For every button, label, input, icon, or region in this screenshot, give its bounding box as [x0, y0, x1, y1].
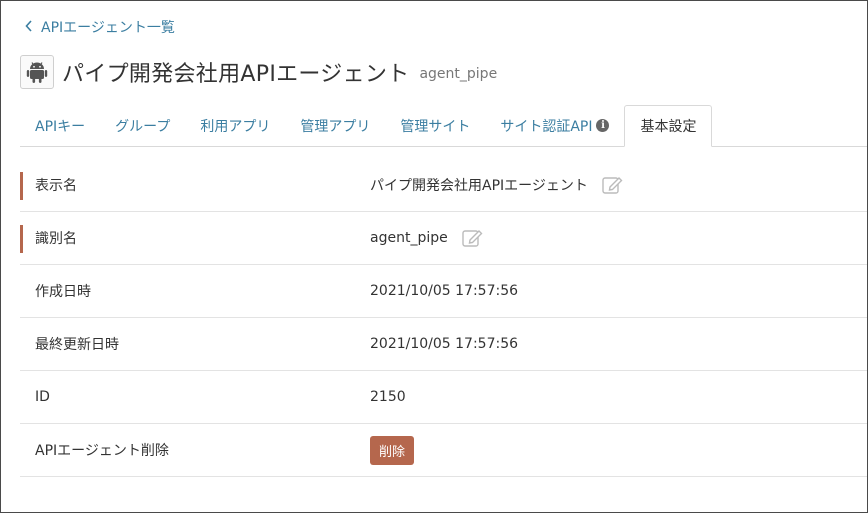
info-icon: i [596, 119, 610, 132]
tab-label: 基本設定 [640, 119, 697, 135]
tab-managed-sites[interactable]: 管理サイト [385, 105, 485, 146]
display-name-value: パイプ開発会社用APIエージェント [370, 178, 588, 194]
tab-label: グループ [115, 118, 171, 135]
back-link-label: APIエージェント一覧 [41, 20, 175, 36]
android-icon [20, 55, 54, 89]
tab-label: 管理サイト [400, 118, 471, 135]
updated-at-value: 2021/10/05 17:57:56 [370, 336, 519, 352]
edit-icon[interactable] [462, 228, 484, 248]
tab-basic-settings[interactable]: 基本設定 [624, 105, 713, 147]
setting-row-identifier: 識別名 agent_pipe [20, 212, 867, 265]
id-value: 2150 [370, 389, 406, 405]
setting-label: APIエージェント削除 [35, 443, 169, 459]
tab-site-auth-api[interactable]: サイト認証API i [485, 105, 624, 146]
chevron-left-icon [25, 19, 33, 35]
identifier-value: agent_pipe [370, 230, 448, 246]
setting-label: 識別名 [35, 231, 77, 247]
setting-row-id: ID 2150 [20, 371, 867, 424]
settings-table: 表示名 パイプ開発会社用APIエージェント 識別名 agent_pipe 作成日… [20, 159, 867, 477]
tab-label: 管理アプリ [300, 118, 371, 135]
setting-row-updated-at: 最終更新日時 2021/10/05 17:57:56 [20, 318, 867, 371]
page-title: パイプ開発会社用APIエージェント [62, 62, 410, 87]
setting-row-delete: APIエージェント削除 削除 [20, 424, 867, 477]
setting-label: 作成日時 [35, 284, 91, 300]
tab-managed-apps[interactable]: 管理アプリ [285, 105, 385, 146]
app-window: APIエージェント一覧 パイプ開発会社用APIエージェント agent_pipe… [0, 0, 868, 513]
created-at-value: 2021/10/05 17:57:56 [370, 283, 519, 299]
setting-label: 表示名 [35, 178, 77, 194]
back-to-agent-list-link[interactable]: APIエージェント一覧 [25, 17, 175, 37]
tab-label: 利用アプリ [200, 118, 271, 135]
tab-label: サイト認証API [500, 118, 593, 135]
tab-used-apps[interactable]: 利用アプリ [185, 105, 285, 146]
setting-row-display-name: 表示名 パイプ開発会社用APIエージェント [20, 159, 867, 212]
setting-row-created-at: 作成日時 2021/10/05 17:57:56 [20, 265, 867, 318]
page-subtitle: agent_pipe [419, 66, 498, 82]
page-header: パイプ開発会社用APIエージェント agent_pipe [20, 55, 497, 89]
tab-bar: APIキー グループ 利用アプリ 管理アプリ 管理サイト サイト認証API i … [20, 105, 867, 147]
setting-label: ID [35, 389, 50, 405]
tab-api-key[interactable]: APIキー [20, 105, 100, 146]
tab-label: APIキー [35, 118, 86, 135]
setting-label: 最終更新日時 [35, 337, 119, 353]
tab-group[interactable]: グループ [100, 105, 185, 146]
edit-icon[interactable] [602, 175, 624, 195]
delete-agent-button[interactable]: 削除 [370, 435, 415, 465]
